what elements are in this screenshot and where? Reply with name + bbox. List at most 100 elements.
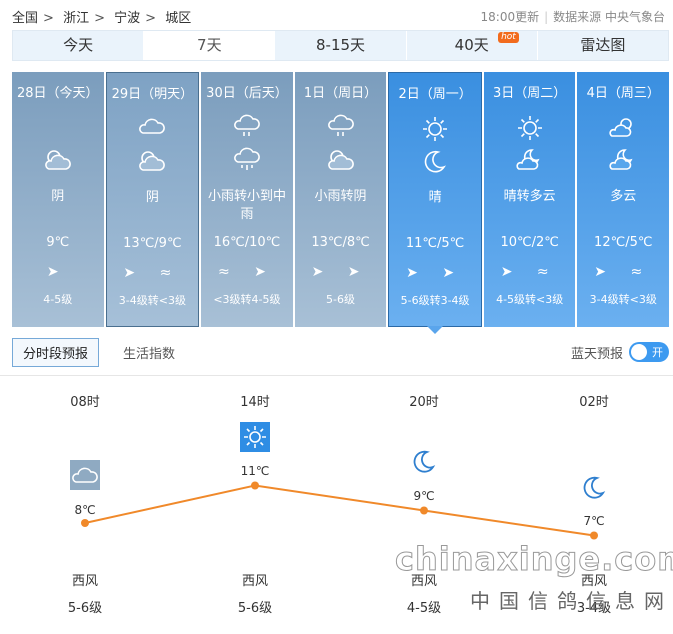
day-temp: 13℃/8℃	[311, 235, 370, 250]
day-desc: 小雨转小到中雨	[207, 189, 286, 222]
tab-today[interactable]: 今天	[13, 31, 145, 60]
sun-icon	[423, 117, 448, 141]
detail-tabs: 分时段预报 生活指数 蓝天预报 开	[12, 337, 669, 367]
watermark-cn: 中国信鸽信息网	[470, 589, 673, 613]
hour-time: 20时	[409, 395, 439, 410]
hour-temp: 9℃	[413, 489, 435, 503]
day-card[interactable]: 30日（后天） 小雨转小到中雨 16℃/10℃ ≈ ➤ <3级转4-5级	[201, 72, 293, 327]
day-desc: 阴	[145, 190, 159, 205]
day-desc: 小雨转阴	[314, 189, 367, 204]
day-card[interactable]: 29日（明天） 阴 13℃/9℃ ➤ ≈ 3-4级转<3级	[105, 72, 200, 327]
seven-day-forecast: 28日（今天） 阴 9℃ ➤ 4-5级 29日（明天） 阴 13℃/9℃ ➤ ≈…	[12, 72, 670, 334]
hour-temp: 7℃	[583, 514, 605, 528]
moon-icon	[583, 476, 606, 499]
tab-40day-label: 40天	[454, 36, 489, 54]
day-wind-level: 5-6级转3-4级	[400, 294, 470, 307]
hour-wind: 西风	[241, 574, 268, 589]
day-wind-level: 4-5级转<3级	[496, 293, 564, 306]
tab-8-15day[interactable]: 8-15天	[275, 31, 407, 60]
day-card[interactable]: 4日（周三） 多云 12℃/5℃ ➤ ≈ 3-4级转<3级	[577, 72, 670, 327]
watermark: chinaxinge.com	[395, 540, 673, 579]
temperature-point	[81, 519, 89, 527]
cloudy-night-icon	[44, 150, 71, 170]
temperature-point	[420, 506, 428, 515]
tab-7day[interactable]: 7天	[144, 31, 276, 60]
wind-direction-icon: ➤ ➤	[311, 264, 370, 280]
update-info: 18:00更新 | 数据来源 中央气象台	[480, 9, 665, 24]
temperature-line	[84, 484, 595, 537]
tab-7day-label: 7天	[197, 36, 222, 54]
update-time: 18:00更新	[480, 9, 540, 24]
cloudy-night-icon	[609, 149, 633, 170]
toggle-state: 开	[652, 346, 663, 359]
tab-radar[interactable]: 雷达图	[538, 31, 668, 60]
hour-time: 08时	[70, 395, 100, 410]
blue-sky-toggle-wrap: 蓝天预报 开	[571, 342, 669, 362]
header-bar: 全国 > 浙江 > 宁波 > 城区 18:00更新 | 数据来源 中央气象台	[12, 6, 665, 26]
day-wind-level: 3-4级转<3级	[589, 293, 657, 306]
blue-sky-label: 蓝天预报	[570, 346, 623, 362]
day-title: 1日（周日）	[303, 86, 378, 101]
cloudy-night-icon	[516, 149, 540, 170]
day-title: 3日（周二）	[493, 86, 567, 101]
wind-direction-icon: ➤ ➤	[406, 265, 465, 281]
blue-sky-toggle[interactable]: 开	[629, 342, 669, 362]
hour-temp: 8℃	[74, 503, 96, 517]
partly-cloudy-icon	[609, 118, 633, 137]
tab-life-index[interactable]: 生活指数	[113, 339, 185, 366]
hour-time: 14时	[240, 395, 270, 410]
day-desc: 晴转多云	[503, 189, 556, 204]
data-source: 数据来源 中央气象台	[553, 9, 665, 24]
wind-direction-icon: ≈ ➤	[217, 264, 276, 280]
day-desc: 晴	[428, 190, 442, 205]
selected-pointer	[427, 326, 444, 334]
hour-wind-level: 5-6级	[237, 601, 273, 616]
hour-wind-level: 4-5级	[406, 601, 442, 616]
day-wind-level: 5-6级	[326, 293, 355, 306]
day-card[interactable]: 1日（周日） 小雨转阴 13℃/8℃ ➤ ➤ 5-6级	[294, 72, 387, 327]
sun-icon	[517, 116, 542, 140]
day-card[interactable]: 3日（周二） 晴转多云 10℃/2℃ ➤ ≈ 4-5级转<3级	[483, 72, 576, 327]
tab-8-15day-label: 8-15天	[315, 36, 366, 54]
hot-badge: hot	[498, 32, 519, 43]
day-temp: 12℃/5℃	[594, 235, 653, 250]
day-title: 29日（明天）	[111, 87, 194, 102]
day-wind-level: 4-5级	[43, 293, 73, 306]
day-title: 2日（周一）	[398, 87, 472, 102]
tab-40day[interactable]: 40天 hot	[407, 31, 538, 60]
day-title: 4日（周三）	[586, 86, 660, 101]
rain-icon	[327, 114, 354, 136]
temperature-point	[590, 531, 598, 540]
day-card[interactable]: 28日（今天） 阴 9℃ ➤ 4-5级	[12, 72, 104, 327]
day-temp: 16℃/10℃	[213, 235, 281, 250]
cloudy-night-icon	[327, 150, 354, 170]
wind-direction-icon: ➤	[46, 264, 69, 280]
hour-temp: 11℃	[240, 464, 270, 478]
day-temp: 13℃/9℃	[123, 236, 182, 251]
day-temp: 10℃/2℃	[500, 235, 559, 250]
tab-radar-label: 雷达图	[580, 36, 626, 54]
day-title: 28日（今天）	[17, 86, 99, 101]
wind-direction-icon: ➤ ≈	[594, 264, 653, 280]
day-temp: 9℃	[46, 235, 70, 250]
rain-icon	[234, 114, 260, 136]
day-temp: 11℃/5℃	[405, 236, 465, 251]
sun-icon	[240, 422, 270, 452]
toggle-knob	[631, 344, 647, 360]
day-desc: 阴	[51, 189, 65, 204]
hour-wind-level: 5-6级	[67, 601, 103, 616]
tab-hourly-forecast[interactable]: 分时段预报	[12, 337, 100, 367]
day-title: 30日（后天）	[206, 86, 288, 101]
day-card[interactable]: 2日（周一） 晴 11℃/5℃ ➤ ➤ 5-6级转3-4级	[388, 72, 482, 334]
wind-direction-icon: ➤ ≈	[123, 265, 182, 281]
breadcrumb-city[interactable]: 宁波	[114, 11, 140, 26]
hour-wind: 西风	[71, 574, 98, 589]
breadcrumb-province[interactable]: 浙江	[63, 11, 89, 26]
breadcrumb-country[interactable]: 全国	[12, 11, 38, 26]
forecast-tabs: 今天 7天 8-15天 40天 hot 雷达图	[12, 30, 669, 61]
day-wind-level: <3级转4-5级	[213, 293, 281, 306]
cloudy-night-icon	[139, 151, 166, 171]
rain-icon	[234, 147, 260, 170]
day-wind-level: 3-4级转<3级	[118, 294, 186, 307]
cloudy-icon	[70, 460, 100, 490]
